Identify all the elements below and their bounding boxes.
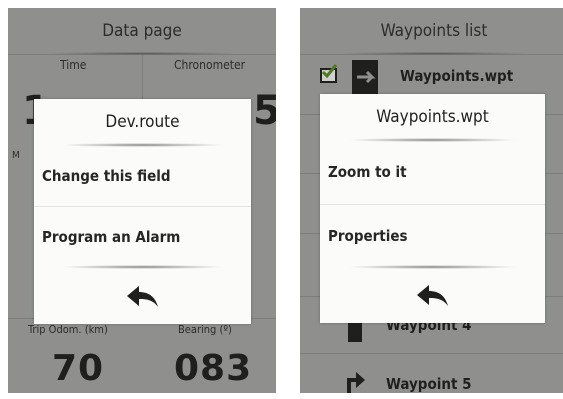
list-item[interactable]: Waypoints.wpt	[300, 56, 563, 96]
context-menu-dialog: Dev.route Change this field Program an A…	[34, 99, 251, 324]
turn-right-arrow-icon	[347, 372, 365, 393]
chronometer-value-obscured: 5	[253, 88, 276, 134]
page-title: Waypoints list	[300, 8, 563, 55]
program-alarm-menu-item[interactable]: Program an Alarm	[34, 207, 251, 267]
back-button[interactable]	[34, 269, 251, 324]
trip-odometer-label: Trip Odom. (km)	[28, 323, 108, 336]
bearing-label: Bearing (º)	[178, 323, 232, 336]
zoom-to-it-menu-item[interactable]: Zoom to it	[320, 141, 545, 203]
time-field-label: Time	[60, 58, 87, 72]
properties-menu-item[interactable]: Properties	[320, 205, 545, 267]
page-title: Data page	[8, 8, 276, 55]
list-item-label: Waypoints.wpt	[400, 67, 514, 85]
dialog-title: Waypoints.wpt	[376, 107, 489, 127]
bearing-value: 083	[174, 348, 253, 389]
back-arrow-icon	[126, 285, 158, 307]
list-item-label: Waypoint 5	[386, 375, 472, 393]
dialog-title: Dev.route	[105, 112, 180, 132]
trip-odometer-value: 70	[52, 348, 105, 389]
data-page-screen: Data page Time Chronometer 1 5 M Trip Od…	[8, 8, 276, 393]
checkbox-checked-icon[interactable]	[320, 64, 338, 83]
chronometer-field-label: Chronometer	[174, 58, 246, 72]
hidden-field-label-obscured: M	[12, 150, 20, 161]
back-button[interactable]	[320, 269, 545, 323]
back-arrow-icon	[416, 285, 448, 306]
change-field-menu-item[interactable]: Change this field	[34, 146, 251, 206]
list-divider	[300, 353, 563, 354]
route-file-icon	[352, 60, 378, 94]
context-menu-dialog: Waypoints.wpt Zoom to it Properties	[320, 94, 545, 323]
list-item[interactable]: Waypoint 5	[300, 363, 563, 393]
waypoints-list-screen: Waypoints list Waypoints.wpt Waypoint 4 …	[300, 8, 563, 393]
